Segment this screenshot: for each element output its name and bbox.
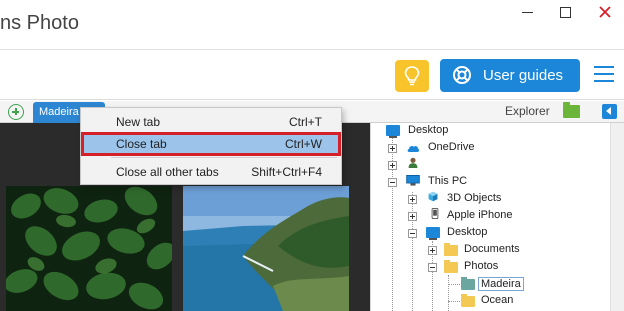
phone-icon: [431, 208, 439, 219]
menu-item-new-tab[interactable]: New tab Ctrl+T: [82, 111, 340, 133]
open-folder-icon[interactable]: [563, 102, 580, 118]
tree-scrollbar[interactable]: [610, 123, 624, 311]
user-icon: [408, 157, 418, 168]
maximize-button[interactable]: [548, 0, 584, 26]
expand-icon[interactable]: [428, 246, 437, 255]
close-icon: [599, 6, 611, 18]
main-toolbar: User guides: [0, 50, 624, 100]
hamburger-menu-icon[interactable]: [594, 66, 616, 84]
collapse-icon[interactable]: [388, 178, 397, 187]
menu-item-close-tab[interactable]: Close tab Ctrl+W: [81, 132, 341, 156]
close-window-button[interactable]: [588, 0, 624, 26]
explorer-label: Explorer: [505, 104, 550, 118]
tree-guide-line: [448, 284, 460, 285]
expand-icon[interactable]: [408, 195, 417, 204]
user-guides-label: User guides: [483, 67, 564, 84]
desktop-icon: [426, 227, 440, 240]
tree-guide-line: [412, 192, 413, 311]
shortcut-label: Ctrl+T: [289, 115, 322, 129]
window-title: ns Photo: [0, 12, 79, 34]
expand-icon[interactable]: [408, 212, 417, 221]
collapse-icon[interactable]: [408, 229, 417, 238]
menu-item-close-all-other-tabs[interactable]: Close all other tabs Shift+Ctrl+F4: [82, 161, 340, 183]
add-tab-icon[interactable]: [8, 104, 24, 120]
photo-thumbnail[interactable]: [183, 186, 349, 311]
folder-icon: [444, 260, 458, 273]
expand-icon[interactable]: [388, 161, 397, 170]
tab-context-menu: New tab Ctrl+T Close tab Ctrl+W Close al…: [80, 107, 342, 185]
title-bar: ns Photo: [0, 0, 624, 50]
folder-icon: [444, 243, 458, 256]
tree-guide-line: [448, 275, 449, 311]
collapse-icon[interactable]: [428, 263, 437, 272]
cloud-icon: [407, 145, 420, 152]
lifebuoy-icon: [453, 66, 471, 84]
menu-separator: [111, 157, 337, 158]
collapse-panel-icon[interactable]: [602, 104, 617, 119]
cube-icon: [428, 191, 438, 202]
expand-icon[interactable]: [388, 144, 397, 153]
lightbulb-icon: [404, 66, 420, 86]
minimize-button[interactable]: [509, 0, 545, 26]
folder-tree: Desktop OneDrive This PC 3D Objects Appl…: [384, 123, 610, 311]
desktop-icon: [386, 125, 400, 138]
folder-icon: [461, 294, 475, 307]
user-guides-button[interactable]: User guides: [440, 59, 580, 92]
shortcut-label: Ctrl+W: [285, 137, 322, 151]
tree-guide-line: [448, 301, 460, 302]
computer-icon: [406, 175, 420, 186]
folder-icon: [461, 277, 475, 290]
shortcut-label: Shift+Ctrl+F4: [251, 165, 322, 179]
panel-divider[interactable]: [370, 123, 384, 311]
photo-thumbnail[interactable]: [6, 186, 172, 311]
tip-button[interactable]: [395, 60, 429, 92]
tab-label: Madeira: [39, 106, 79, 118]
